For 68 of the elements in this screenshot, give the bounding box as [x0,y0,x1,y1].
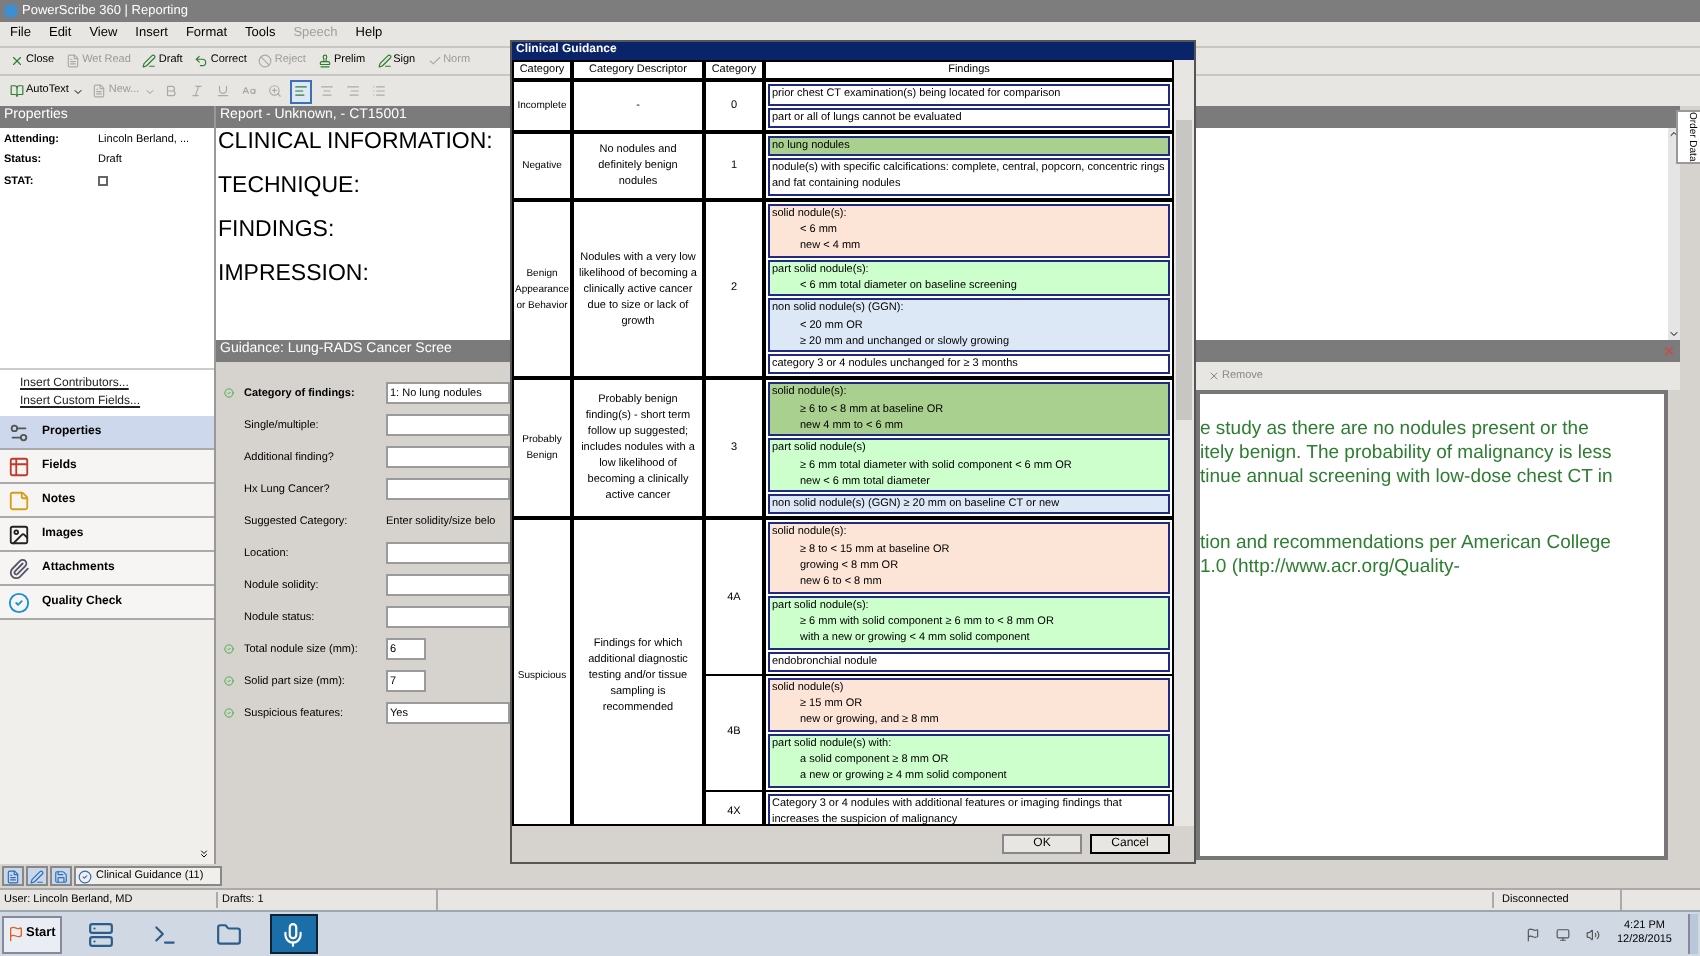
bottom-tab[interactable] [2,866,24,886]
recommendation-text: 1.0 (http://www.acr.org/Quality- [1200,556,1462,580]
input-field[interactable] [386,542,510,565]
server-icon [88,921,115,947]
list-icon [371,84,386,98]
scroll-up-icon[interactable] [1668,128,1680,140]
align-center-icon [319,84,334,98]
terminal-icon [152,921,179,947]
ban-icon [258,54,273,68]
report-heading: FINDINGS: [218,218,335,244]
zoom-icon [267,84,282,98]
table-icon [8,455,30,477]
italic-icon [189,84,204,98]
scrollbar[interactable] [1668,128,1680,340]
input-field[interactable] [386,446,510,469]
report-heading: IMPRESSION: [218,262,369,288]
pencil-icon [377,54,392,68]
image-icon [8,523,30,545]
text-case-icon [241,84,256,98]
scroll-down-icon[interactable] [1668,328,1680,340]
taskbar-app[interactable] [269,914,318,954]
microphone-icon [280,921,307,947]
flag-icon[interactable] [1526,927,1541,941]
app-logo-icon [4,4,18,18]
recommendation-text: e study as there are no nodules present or the [1200,418,1591,442]
stat-checkbox[interactable] [98,176,108,187]
pencil-icon [142,54,157,68]
bold-icon [163,84,178,98]
check-circle-icon [78,869,92,883]
sticky-note-icon [8,489,30,511]
report-heading: TECHNIQUE: [218,174,360,200]
book-icon [10,84,24,98]
caret-icon[interactable] [72,85,85,97]
toolbar-button[interactable] [289,79,312,103]
folder-icon [216,921,243,947]
scroll-thumb[interactable] [1176,120,1192,420]
pencil-icon [30,869,44,883]
input-field[interactable] [386,478,510,501]
document-icon [92,84,107,98]
recommendation-text: itely benign. The probability of malignancy is less [1200,442,1614,466]
recommendation-text: tinue annual screening with low-dose chest CT in [1200,466,1615,490]
recommendation-text: tion and recommendations per American College [1200,532,1613,556]
settings-icon [8,421,30,443]
scrollbar[interactable] [1174,60,1194,826]
checkmark-icon [427,54,442,68]
check-circle-icon [8,591,30,613]
document-icon [6,869,20,883]
speaker-icon[interactable] [1586,927,1601,941]
stamp-icon [317,54,332,68]
input-field[interactable] [386,414,510,437]
align-right-icon [345,84,360,98]
monitor-icon[interactable] [1556,927,1571,941]
save-icon [54,869,68,883]
input-field[interactable] [386,606,510,629]
paperclip-icon [8,557,30,579]
bottom-tab[interactable] [50,866,72,886]
underline-icon [215,84,230,98]
report-heading: CLINICAL INFORMATION: [218,130,493,156]
close-icon [10,54,24,68]
close-icon [1208,370,1220,382]
document-icon [66,54,81,68]
input-field[interactable] [386,574,510,597]
align-left-icon [293,84,308,98]
undo-arrow-icon [194,54,209,68]
show-desktop-button[interactable] [1688,914,1698,954]
bottom-tab[interactable] [26,866,48,886]
more-icon[interactable] [198,848,210,860]
flag-icon [8,926,24,942]
